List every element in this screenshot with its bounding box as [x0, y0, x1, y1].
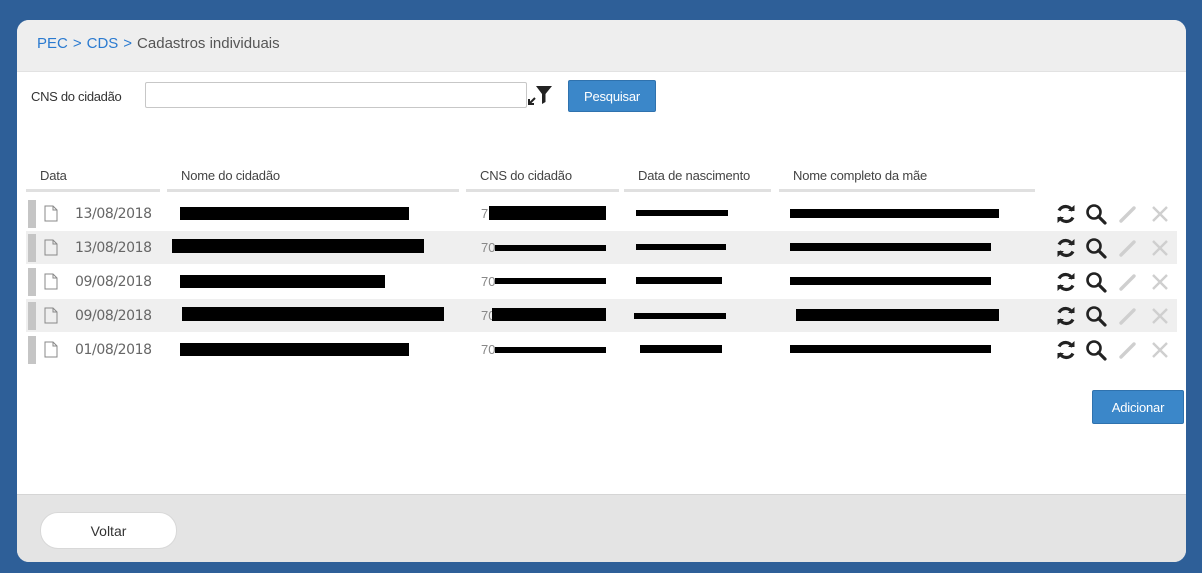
- redacted-birthdate: [634, 313, 726, 319]
- document-icon: [44, 205, 58, 222]
- redacted-birthdate: [636, 210, 728, 216]
- redacted-mother-name: [790, 243, 991, 251]
- close-icon[interactable]: [1148, 338, 1172, 362]
- magnifier-icon[interactable]: [1084, 270, 1108, 294]
- row-cns: 7: [481, 206, 489, 221]
- row-cns: 70: [481, 274, 496, 289]
- document-icon: [44, 273, 58, 290]
- table-row[interactable]: 01/08/2018 70: [26, 333, 1177, 367]
- sync-icon[interactable]: [1054, 270, 1078, 294]
- row-cns: 70: [481, 240, 496, 255]
- table-row[interactable]: 13/08/2018 7: [26, 197, 1177, 231]
- redacted-name: [182, 307, 444, 321]
- redacted-birthdate: [640, 345, 722, 353]
- back-button[interactable]: Voltar: [40, 512, 177, 549]
- main-panel: PEC > CDS > Cadastros individuais CNS do cid…: [17, 20, 1186, 562]
- pencil-icon[interactable]: [1116, 270, 1140, 294]
- table-row[interactable]: 09/08/2018 70: [26, 265, 1177, 299]
- row-date: 09/08/2018: [75, 274, 152, 290]
- redacted-mother-name: [790, 277, 991, 285]
- row-indicator: [28, 268, 36, 296]
- redacted-cns: [489, 206, 606, 220]
- cns-search-input[interactable]: [145, 82, 527, 108]
- breadcrumb: PEC > CDS > Cadastros individuais: [37, 35, 280, 52]
- redacted-cns: [492, 308, 606, 321]
- close-icon[interactable]: [1148, 270, 1172, 294]
- col-header-data[interactable]: Data: [26, 168, 160, 192]
- row-actions: [1054, 338, 1176, 362]
- breadcrumb-cds-link[interactable]: CDS: [87, 35, 119, 52]
- redacted-cns: [495, 347, 606, 353]
- close-icon[interactable]: [1148, 202, 1172, 226]
- row-actions: [1054, 202, 1176, 226]
- search-row: CNS do cidadão Pesquisar: [17, 80, 1186, 114]
- table-header: Data Nome do cidadão CNS do cidadão Data…: [17, 168, 1186, 194]
- redacted-mother-name: [796, 309, 999, 321]
- breadcrumb-current: Cadastros individuais: [137, 35, 280, 52]
- row-indicator: [28, 234, 36, 262]
- close-icon[interactable]: [1148, 304, 1172, 328]
- col-header-nome[interactable]: Nome do cidadão: [167, 168, 459, 192]
- col-header-mae[interactable]: Nome completo da mãe: [779, 168, 1035, 192]
- redacted-name: [172, 239, 424, 253]
- cns-label: CNS do cidadão: [31, 89, 122, 104]
- pencil-icon[interactable]: [1116, 202, 1140, 226]
- pencil-icon[interactable]: [1116, 338, 1140, 362]
- header-bar: PEC > CDS > Cadastros individuais: [17, 20, 1186, 72]
- row-indicator: [28, 302, 36, 330]
- col-header-nascimento[interactable]: Data de nascimento: [624, 168, 771, 192]
- row-date: 13/08/2018: [75, 240, 152, 256]
- document-icon: [44, 341, 58, 358]
- redacted-cns: [495, 278, 606, 284]
- sync-icon[interactable]: [1054, 202, 1078, 226]
- breadcrumb-separator: >: [72, 35, 82, 52]
- magnifier-icon[interactable]: [1084, 338, 1108, 362]
- redacted-mother-name: [790, 345, 991, 353]
- magnifier-icon[interactable]: [1084, 236, 1108, 260]
- redacted-birthdate: [636, 277, 722, 284]
- breadcrumb-pec-link[interactable]: PEC: [37, 35, 68, 52]
- row-actions: [1054, 304, 1176, 328]
- document-icon: [44, 239, 58, 256]
- redacted-name: [180, 207, 409, 220]
- table-row[interactable]: 09/08/2018 70: [26, 299, 1177, 333]
- col-header-cns[interactable]: CNS do cidadão: [466, 168, 619, 192]
- row-indicator: [28, 336, 36, 364]
- magnifier-icon[interactable]: [1084, 202, 1108, 226]
- redacted-mother-name: [790, 209, 999, 218]
- row-date: 01/08/2018: [75, 342, 152, 358]
- footer-bar: Voltar: [17, 494, 1186, 562]
- sync-icon[interactable]: [1054, 304, 1078, 328]
- row-indicator: [28, 200, 36, 228]
- row-cns: 70: [481, 342, 496, 357]
- pencil-icon[interactable]: [1116, 304, 1140, 328]
- redacted-birthdate: [636, 244, 726, 250]
- breadcrumb-separator: >: [123, 35, 133, 52]
- add-button[interactable]: Adicionar: [1092, 390, 1184, 424]
- row-actions: [1054, 236, 1176, 260]
- row-date: 09/08/2018: [75, 308, 152, 324]
- row-date: 13/08/2018: [75, 206, 152, 222]
- redacted-name: [180, 343, 409, 356]
- filter-icon[interactable]: [525, 82, 555, 108]
- search-button[interactable]: Pesquisar: [568, 80, 656, 112]
- redacted-cns: [495, 245, 606, 251]
- magnifier-icon[interactable]: [1084, 304, 1108, 328]
- pencil-icon[interactable]: [1116, 236, 1140, 260]
- document-icon: [44, 307, 58, 324]
- sync-icon[interactable]: [1054, 236, 1078, 260]
- row-actions: [1054, 270, 1176, 294]
- close-icon[interactable]: [1148, 236, 1172, 260]
- redacted-name: [180, 275, 385, 288]
- table-row[interactable]: 13/08/2018 70: [26, 231, 1177, 265]
- sync-icon[interactable]: [1054, 338, 1078, 362]
